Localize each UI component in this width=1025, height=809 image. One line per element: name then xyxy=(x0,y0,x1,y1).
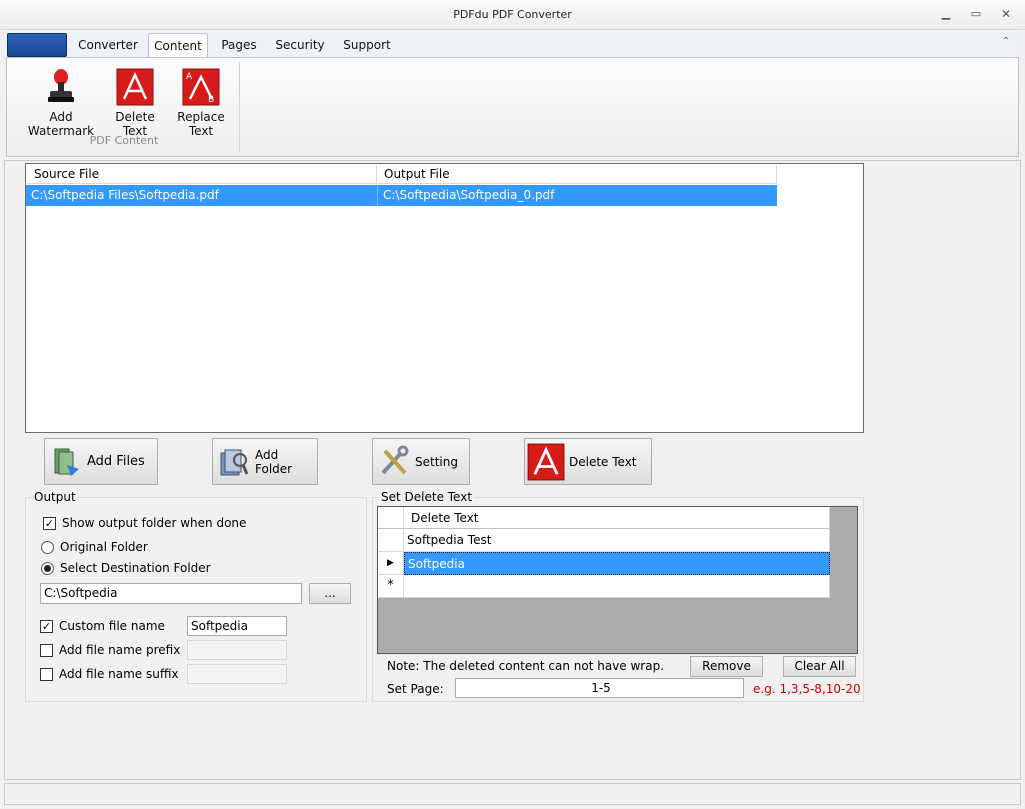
custom-file-name-checkbox[interactable]: ✓ xyxy=(40,620,53,633)
show-output-folder-label: Show output folder when done xyxy=(62,516,247,530)
custom-file-name-input[interactable]: Softpedia xyxy=(187,616,287,636)
close-icon[interactable]: ✕ xyxy=(997,6,1015,22)
delete-text-action-label: Delete Text xyxy=(569,454,637,469)
tab-content[interactable]: Content xyxy=(148,33,208,58)
suffix-checkbox[interactable] xyxy=(40,668,53,681)
pdf-replace-icon: A B xyxy=(182,68,220,106)
wrap-note: Note: The deleted content can not have w… xyxy=(387,659,665,673)
browse-button[interactable]: ... xyxy=(309,583,351,604)
delete-text-button[interactable]: Delete Text xyxy=(524,438,652,485)
minimize-icon[interactable]: ▁ xyxy=(937,6,955,22)
tab-converter[interactable]: Converter xyxy=(72,33,144,58)
delete-text-ribbon-button[interactable]: Delete Text xyxy=(104,68,166,138)
column-header-output[interactable]: Output File xyxy=(377,165,777,184)
svg-text:A: A xyxy=(186,72,193,82)
svg-text:B: B xyxy=(208,95,214,105)
prefix-input[interactable] xyxy=(187,640,287,660)
table-row-output-cell[interactable]: C:\Softpedia\Softpedia_0.pdf xyxy=(377,185,777,206)
current-row-arrow-icon[interactable]: ▶ xyxy=(378,552,404,575)
page-example-hint: e.g. 1,3,5-8,10-20 xyxy=(753,682,861,696)
delete-text-group-title: Set Delete Text xyxy=(379,490,475,504)
add-watermark-button[interactable]: Add Watermark xyxy=(18,68,104,138)
pdf-delete-icon xyxy=(116,68,154,106)
grid-row-selected[interactable]: Softpedia xyxy=(404,552,830,575)
replace-text-button[interactable]: A B Replace Text xyxy=(166,68,236,138)
row-header[interactable] xyxy=(378,529,404,552)
destination-path-input[interactable]: C:\Softpedia xyxy=(40,583,302,604)
grid-column-header[interactable]: Delete Text xyxy=(404,507,830,529)
custom-file-name-label: Custom file name xyxy=(59,619,165,633)
tools-icon xyxy=(381,445,409,474)
ribbon-collapse-icon[interactable]: ⌃ xyxy=(998,36,1014,52)
suffix-input[interactable] xyxy=(187,664,287,684)
stamp-icon xyxy=(48,69,74,102)
new-row-marker[interactable]: * xyxy=(378,575,404,598)
add-files-icon xyxy=(54,448,79,476)
add-folder-icon xyxy=(220,449,249,475)
add-files-label: Add Files xyxy=(87,454,145,469)
maximize-icon[interactable]: ▭ xyxy=(967,6,985,22)
remove-button[interactable]: Remove xyxy=(690,656,763,677)
tab-pages[interactable]: Pages xyxy=(212,33,266,58)
clear-all-button[interactable]: Clear All xyxy=(783,656,856,677)
set-page-label: Set Page: xyxy=(387,682,444,696)
column-header-source[interactable]: Source File xyxy=(27,165,377,184)
original-folder-label: Original Folder xyxy=(60,540,148,554)
table-row-source-cell[interactable]: C:\Softpedia Files\Softpedia.pdf xyxy=(26,185,377,206)
grid-new-row[interactable] xyxy=(404,575,830,598)
select-destination-label: Select Destination Folder xyxy=(60,561,211,575)
ribbon-group-separator xyxy=(239,62,240,152)
window-title: PDFdu PDF Converter xyxy=(453,8,572,21)
application-menu-button[interactable] xyxy=(7,33,67,57)
grid-row[interactable]: Softpedia Test xyxy=(404,529,830,552)
grid-corner xyxy=(378,507,404,529)
suffix-label: Add file name suffix xyxy=(59,667,179,681)
show-output-folder-checkbox[interactable]: ✓ xyxy=(43,517,56,530)
setting-button[interactable]: Setting xyxy=(372,438,470,485)
tab-security[interactable]: Security xyxy=(270,33,330,58)
tab-support[interactable]: Support xyxy=(336,33,398,58)
add-folder-button[interactable]: Add Folder xyxy=(212,438,318,485)
prefix-checkbox[interactable] xyxy=(40,644,53,657)
add-files-button[interactable]: Add Files xyxy=(44,438,158,485)
select-destination-radio[interactable] xyxy=(41,562,54,575)
prefix-label: Add file name prefix xyxy=(59,643,181,657)
setting-label: Setting xyxy=(415,454,458,469)
original-folder-radio[interactable] xyxy=(41,541,54,554)
status-bar xyxy=(4,783,1021,805)
output-group-title: Output xyxy=(32,490,78,504)
add-folder-label: Add Folder xyxy=(255,447,293,476)
set-page-input[interactable]: 1-5 xyxy=(455,678,744,698)
ribbon-group-label: PDF Content xyxy=(89,134,159,147)
pdf-delete-action-icon xyxy=(527,443,565,480)
